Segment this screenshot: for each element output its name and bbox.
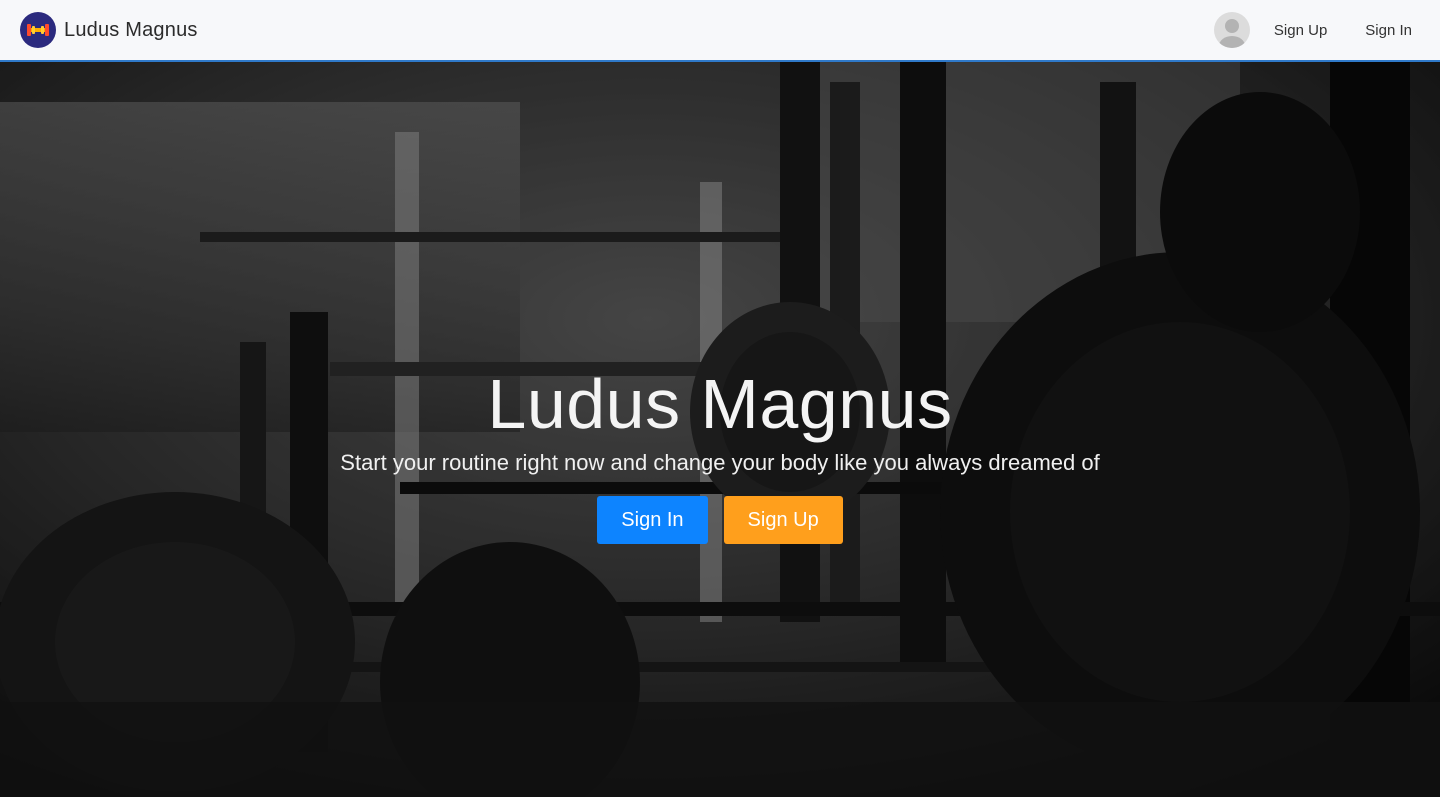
nav-link-sign-up[interactable]: Sign Up <box>1274 22 1327 39</box>
dumbbell-icon <box>20 12 56 48</box>
sign-in-button[interactable]: Sign In <box>597 496 708 544</box>
nav-right: Sign Up Sign In <box>1213 12 1420 48</box>
user-avatar-icon[interactable] <box>1213 12 1250 48</box>
hero-title: Ludus Magnus <box>487 365 953 443</box>
sign-up-button[interactable]: Sign Up <box>723 496 843 544</box>
hero-content: Ludus Magnus Start your routine right no… <box>0 362 1440 544</box>
brand-name[interactable]: Ludus Magnus <box>64 19 198 42</box>
hero-buttons: Sign In Sign Up <box>0 496 1440 544</box>
navbar: Ludus Magnus Sign Up Sign In <box>0 0 1440 62</box>
brand[interactable]: Ludus Magnus <box>20 12 198 48</box>
hero-subtitle: Start your routine right now and change … <box>340 450 1100 475</box>
hero-section: Ludus Magnus Start your routine right no… <box>0 62 1440 797</box>
nav-link-sign-in[interactable]: Sign In <box>1365 22 1412 39</box>
